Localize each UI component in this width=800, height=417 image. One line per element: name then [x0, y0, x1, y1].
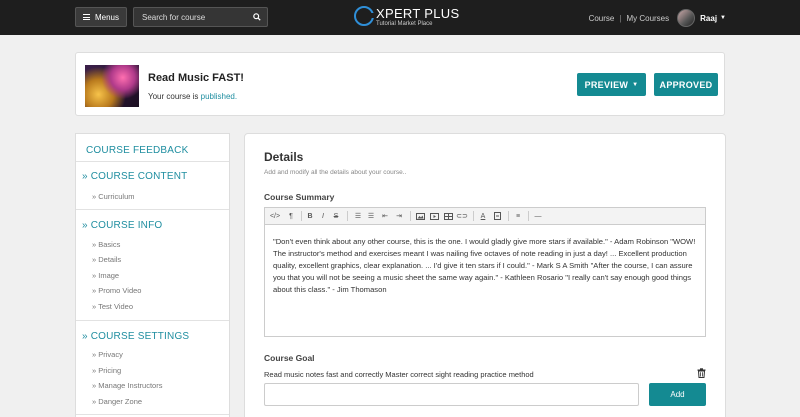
editor-toolbar: </> ¶ B I S ☰ ☰ ⇤ ⇥ ⊂⊃ A ≡ —: [264, 207, 706, 224]
course-summary-editor[interactable]: "Don't even think about any other course…: [264, 224, 706, 337]
course-sidebar: COURSE FEEDBACK » COURSE CONTENT » Curri…: [75, 133, 230, 417]
sidebar-item-basics[interactable]: » Basics: [92, 240, 120, 249]
status-value: published.: [200, 92, 238, 101]
site-logo[interactable]: XPERT PLUS Tutorial Market Place: [354, 5, 459, 31]
toolbar-separator: [508, 211, 509, 221]
sidebar-item-privacy[interactable]: » Privacy: [92, 350, 123, 359]
preview-button[interactable]: PREVIEW ▼: [577, 73, 646, 96]
font-color-icon[interactable]: A: [478, 210, 488, 222]
align-icon[interactable]: ≡: [512, 210, 524, 222]
sidebar-item-promo-video[interactable]: » Promo Video: [92, 286, 141, 295]
menus-label: Menus: [94, 12, 119, 22]
sidebar-course-content[interactable]: » COURSE CONTENT: [82, 171, 187, 182]
sidebar-course-settings[interactable]: » COURSE SETTINGS: [82, 331, 189, 342]
nav-separator: |: [619, 13, 622, 23]
hamburger-icon: [82, 14, 90, 20]
sidebar-course-info[interactable]: » COURSE INFO: [82, 220, 162, 231]
sidebar-item-pricing[interactable]: » Pricing: [92, 366, 121, 375]
avatar[interactable]: [677, 9, 696, 27]
course-goal-item: Read music notes fast and correctly Mast…: [264, 370, 534, 379]
toolbar-separator: [528, 211, 529, 221]
approved-button[interactable]: APPROVED: [654, 73, 718, 96]
strikethrough-icon[interactable]: S: [331, 210, 341, 222]
unordered-list-icon[interactable]: ☰: [353, 210, 363, 222]
sidebar-item-details[interactable]: » Details: [92, 255, 121, 264]
details-panel: Details Add and modify all the details a…: [244, 133, 726, 417]
status-prefix: Your course is: [148, 92, 201, 101]
trash-icon[interactable]: [697, 368, 706, 378]
sidebar-course-feedback[interactable]: COURSE FEEDBACK: [86, 145, 188, 156]
approved-label: APPROVED: [659, 79, 713, 90]
bold-icon[interactable]: B: [305, 210, 315, 222]
course-goal-label: Course Goal: [264, 353, 315, 363]
video-icon[interactable]: [429, 210, 439, 222]
image-icon[interactable]: [415, 210, 425, 222]
add-goal-button[interactable]: Add: [649, 383, 706, 406]
page-description: Add and modify all the details about you…: [264, 169, 407, 176]
sidebar-item-image[interactable]: » Image: [92, 271, 119, 280]
course-title: Read Music FAST!: [148, 72, 244, 84]
divider: [76, 320, 229, 321]
menus-button[interactable]: Menus: [75, 7, 127, 27]
nav-link-my-courses[interactable]: My Courses: [626, 14, 669, 23]
horizontal-rule-icon[interactable]: —: [532, 210, 544, 222]
link-icon[interactable]: ⊂⊃: [456, 210, 468, 222]
page-title: Details: [264, 150, 304, 164]
italic-icon[interactable]: I: [318, 210, 328, 222]
chevron-down-icon[interactable]: ▼: [720, 15, 726, 21]
user-name[interactable]: Raaj: [700, 14, 717, 23]
search-input[interactable]: [134, 8, 252, 26]
toolbar-separator: [473, 211, 474, 221]
top-navbar: Menus XPERT PLUS Tutorial Market Place C…: [0, 0, 800, 35]
logo-e-icon: [354, 6, 376, 26]
divider: [76, 209, 229, 210]
indent-icon[interactable]: ⇥: [394, 210, 404, 222]
divider: [76, 161, 229, 162]
sidebar-item-curriculum[interactable]: » Curriculum: [92, 192, 135, 201]
course-thumbnail: [85, 65, 139, 107]
toolbar-separator: [347, 211, 348, 221]
sidebar-item-test-video[interactable]: » Test Video: [92, 302, 133, 311]
user-nav: Course | My Courses Raaj ▼: [589, 9, 726, 27]
add-label: Add: [670, 390, 685, 399]
search-icon[interactable]: [253, 13, 261, 21]
sidebar-item-manage-instructors[interactable]: » Manage Instructors: [92, 381, 162, 390]
divider: [76, 414, 229, 415]
outdent-icon[interactable]: ⇤: [380, 210, 390, 222]
chevron-down-icon: ▼: [632, 81, 639, 88]
course-summary-label: Course Summary: [264, 192, 335, 202]
paragraph-icon[interactable]: ¶: [286, 210, 296, 222]
toolbar-separator: [410, 211, 411, 221]
course-goal-input[interactable]: [264, 383, 639, 406]
course-header-card: Read Music FAST! Your course is publishe…: [75, 52, 725, 116]
sidebar-item-danger-zone[interactable]: » Danger Zone: [92, 397, 142, 406]
preview-label: PREVIEW: [584, 79, 629, 90]
ordered-list-icon[interactable]: ☰: [366, 210, 376, 222]
highlight-icon[interactable]: [492, 210, 502, 222]
logo-subtitle: Tutorial Market Place: [376, 21, 433, 27]
nav-link-course[interactable]: Course: [589, 14, 615, 23]
table-icon[interactable]: [443, 210, 453, 222]
toolbar-separator: [301, 211, 302, 221]
search-box: [133, 7, 268, 27]
logo-title: XPERT PLUS: [376, 6, 460, 21]
course-status: Your course is published.: [148, 92, 237, 101]
code-view-icon[interactable]: </>: [268, 210, 282, 222]
